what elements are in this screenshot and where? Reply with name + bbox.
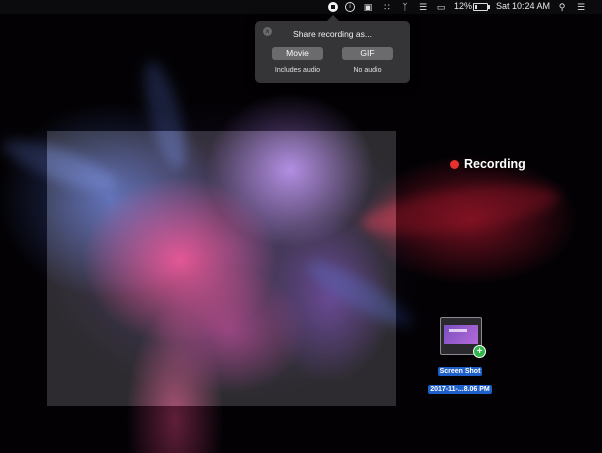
grid-menu-button[interactable]: ∷ (381, 2, 393, 12)
movie-caption: Includes audio (274, 67, 321, 74)
share-recording-popover: × Share recording as... Movie GIF Includ… (255, 15, 410, 83)
camera-menu-button[interactable]: ▣ (362, 2, 374, 12)
recording-dot-icon (450, 159, 459, 169)
airplay-menu-button[interactable]: ▭ (435, 2, 447, 12)
bluetooth-icon: ᛉ (402, 2, 408, 12)
thumbnail-bar (449, 329, 467, 332)
spotlight-button[interactable]: ⚲ (557, 2, 567, 12)
info-icon: i (345, 2, 355, 12)
recording-indicator: Recording (450, 157, 526, 171)
airplay-icon: ▭ (436, 1, 446, 12)
info-menu-button[interactable]: i (345, 2, 355, 12)
screenshot-file-icon[interactable]: + (440, 317, 486, 358)
gif-button[interactable]: GIF (342, 47, 393, 60)
battery-menu-button[interactable] (471, 2, 490, 12)
notification-center-button[interactable]: ☰ (575, 2, 587, 12)
movie-button[interactable]: Movie (272, 47, 323, 60)
menu-clock[interactable]: Sat 10:24 AM (496, 1, 550, 11)
list-icon: ☰ (576, 1, 586, 12)
battery-percent: 12% (454, 1, 473, 11)
recording-label: Recording (464, 157, 526, 171)
recording-selection-area[interactable] (47, 131, 396, 406)
file-name-line1: Screen Shot (437, 367, 483, 376)
battery-icon (472, 3, 490, 11)
plus-icon: + (473, 345, 486, 358)
gif-caption: No audio (353, 67, 382, 74)
grid-icon: ∷ (384, 1, 390, 12)
file-name-line2: 2017-11-...8.06 PM (428, 385, 492, 394)
bluetooth-menu-button[interactable]: ᛉ (401, 2, 409, 12)
screenshot-file-label[interactable]: Screen Shot 2017-11-...8.06 PM (424, 360, 496, 396)
stop-recording-icon (328, 2, 338, 12)
popover-title: Share recording as... (293, 29, 372, 39)
wifi-menu-button[interactable]: ☰ (417, 2, 429, 12)
camera-icon: ▣ (363, 1, 373, 12)
search-icon: ⚲ (558, 1, 566, 12)
stop-recording-button[interactable] (328, 2, 338, 12)
menu-bar: i ▣ ∷ ᛉ ☰ ▭ 12% Sat 10:24 AM ⚲ ☰ (0, 0, 602, 14)
screenshot-thumbnail (444, 325, 478, 344)
wifi-icon: ☰ (418, 1, 428, 12)
